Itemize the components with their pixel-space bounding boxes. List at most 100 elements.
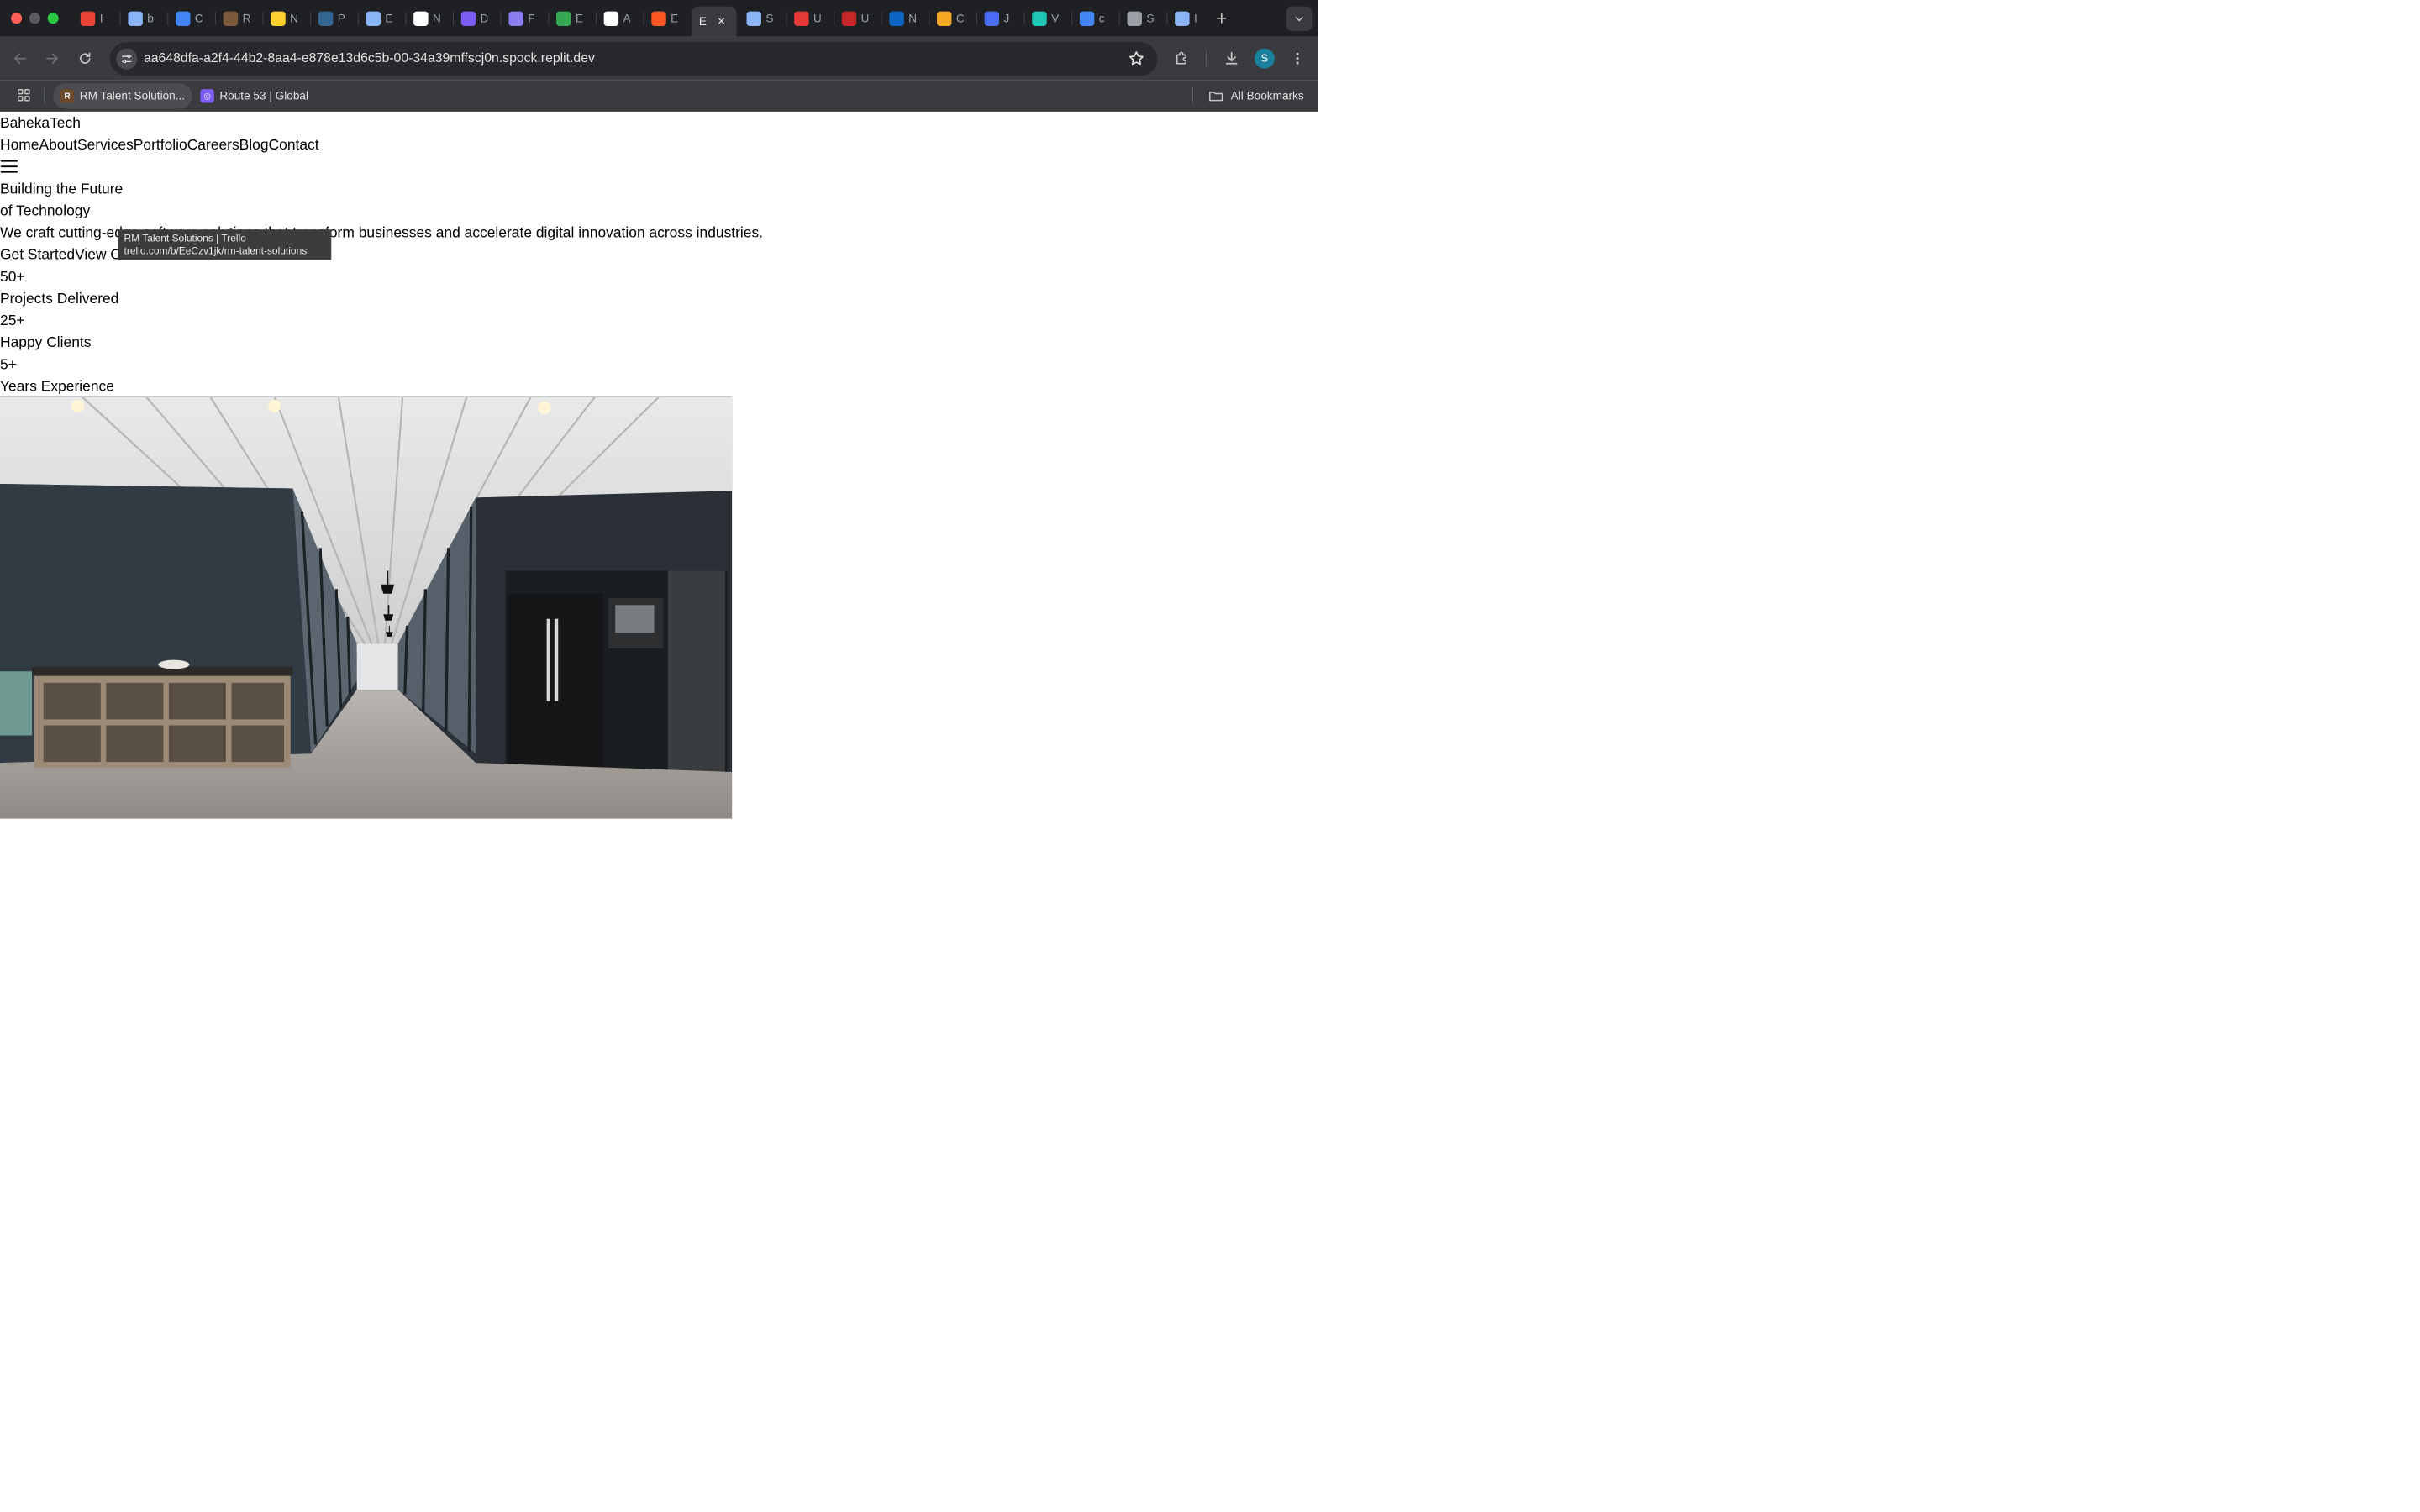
browser-tab[interactable]: N bbox=[264, 7, 312, 31]
grid-orange-icon bbox=[651, 11, 666, 27]
browser-tab[interactable]: F bbox=[502, 7, 550, 31]
bookmark-star-icon[interactable] bbox=[1128, 50, 1146, 70]
hamburger-menu-icon[interactable] bbox=[0, 155, 1318, 177]
tab-title: J bbox=[1003, 12, 1010, 25]
close-tab-icon[interactable]: × bbox=[718, 14, 726, 28]
tab-title: C bbox=[956, 12, 964, 25]
globe-icon bbox=[746, 11, 761, 27]
postgres-icon bbox=[318, 11, 334, 27]
forward-button[interactable] bbox=[41, 48, 63, 70]
chevron-down-icon bbox=[1295, 16, 1303, 22]
tab-title: R bbox=[243, 12, 250, 25]
back-button[interactable] bbox=[9, 48, 31, 70]
bookmark-label: Route 53 | Global bbox=[219, 89, 309, 102]
maximize-window-button[interactable] bbox=[47, 13, 59, 24]
browser-tab[interactable]: J bbox=[977, 7, 1025, 31]
stat-value: 5+ bbox=[0, 355, 17, 373]
nav-blog[interactable]: Blog bbox=[239, 136, 269, 153]
tooltip-url: trello.com/b/EeCzv1jk/rm-talent-solution… bbox=[124, 244, 308, 257]
hook-icon bbox=[413, 11, 429, 27]
tab-title: N bbox=[433, 12, 440, 25]
minimize-window-button[interactable] bbox=[29, 13, 40, 24]
arrow-left-icon bbox=[13, 53, 26, 64]
tab-strip: IbCRNPENDFEAEE×SUUNCJVcSI + bbox=[0, 0, 1318, 37]
extensions-icon[interactable] bbox=[1171, 47, 1194, 71]
browser-tab[interactable]: P bbox=[311, 7, 359, 31]
tab-title: b bbox=[147, 12, 154, 25]
tab-title: E bbox=[671, 12, 678, 25]
profile-avatar[interactable]: S bbox=[1254, 48, 1275, 69]
trello-board-icon: R bbox=[60, 89, 75, 103]
get-started-button[interactable]: Get Started bbox=[0, 246, 75, 263]
hero-title-line2: of Technology bbox=[0, 202, 91, 219]
route53-icon: ◎ bbox=[200, 89, 214, 103]
tab-search-button[interactable] bbox=[1286, 6, 1313, 32]
hero-title-line1: Building the Future bbox=[0, 180, 124, 197]
browser-tab[interactable]: N bbox=[406, 7, 454, 31]
address-bar[interactable]: aa648dfa-a2f4-44b2-8aa4-e878e13d6c5b-00-… bbox=[109, 42, 1158, 76]
download-icon[interactable] bbox=[1219, 47, 1243, 71]
browser-tab[interactable]: c bbox=[1072, 7, 1120, 31]
nav-contact[interactable]: Contact bbox=[269, 136, 319, 153]
tab-title: P bbox=[337, 12, 345, 25]
tab-title: I bbox=[99, 12, 103, 25]
tab-title: U bbox=[813, 12, 821, 25]
nav-home[interactable]: Home bbox=[0, 136, 39, 153]
url-text[interactable]: aa648dfa-a2f4-44b2-8aa4-e878e13d6c5b-00-… bbox=[144, 50, 595, 66]
stat-label: Happy Clients bbox=[0, 333, 92, 351]
bookmark-route53[interactable]: ◎ Route 53 | Global bbox=[193, 83, 316, 108]
reload-button[interactable] bbox=[74, 48, 96, 70]
tab-title: E bbox=[575, 12, 583, 25]
globe-icon bbox=[1175, 11, 1190, 27]
browser-tab[interactable]: N bbox=[882, 7, 930, 31]
folder-icon bbox=[1209, 92, 1223, 102]
browser-tab[interactable]: V bbox=[1025, 7, 1073, 31]
tooltip-title: RM Talent Solutions | Trello bbox=[124, 232, 246, 244]
apps-grid-icon[interactable] bbox=[16, 87, 33, 105]
tab-title: V bbox=[1051, 12, 1059, 25]
site-info-icon[interactable] bbox=[116, 48, 138, 70]
nav-careers[interactable]: Careers bbox=[187, 136, 239, 153]
openai-icon bbox=[603, 11, 619, 27]
browser-tab[interactable]: E × bbox=[692, 6, 737, 37]
browser-tab[interactable]: E bbox=[359, 7, 407, 31]
browser-tab[interactable]: U bbox=[786, 7, 834, 31]
browser-tab[interactable]: S bbox=[739, 7, 787, 31]
close-window-button[interactable] bbox=[11, 13, 23, 24]
bookmarks-divider bbox=[1192, 87, 1193, 104]
nav-portfolio[interactable]: Portfolio bbox=[134, 136, 187, 153]
browser-tab[interactable]: U bbox=[834, 7, 882, 31]
nav-services[interactable]: Services bbox=[77, 136, 134, 153]
brand-logo[interactable]: BahekaTech bbox=[0, 112, 1318, 134]
red-app-icon bbox=[794, 11, 809, 27]
tab-title: c bbox=[1098, 12, 1105, 25]
browser-tab[interactable]: I bbox=[73, 7, 121, 31]
swirl-icon bbox=[1032, 11, 1047, 27]
tab-title: A bbox=[623, 12, 631, 25]
tab-title: I bbox=[1193, 12, 1197, 25]
browser-tab[interactable]: b bbox=[121, 7, 169, 31]
globe-icon bbox=[128, 11, 143, 27]
office-hero-image bbox=[0, 396, 733, 819]
browser-tab[interactable]: S bbox=[1120, 7, 1168, 31]
all-bookmarks-button[interactable]: All Bookmarks bbox=[1207, 83, 1304, 108]
browser-tab[interactable]: I bbox=[1167, 7, 1215, 31]
browser-tab[interactable]: R bbox=[216, 7, 264, 31]
eye-icon bbox=[841, 11, 857, 27]
browser-tab[interactable]: E bbox=[644, 7, 692, 31]
browser-tab[interactable]: C bbox=[168, 7, 216, 31]
nav-about[interactable]: About bbox=[39, 136, 77, 153]
globe-icon bbox=[366, 11, 381, 27]
new-tab-button[interactable]: + bbox=[1216, 8, 1227, 29]
stat-label: Years Experience bbox=[0, 377, 114, 395]
tab-title: U bbox=[861, 12, 869, 25]
browser-tab[interactable]: D bbox=[454, 7, 502, 31]
tab-title: N bbox=[908, 12, 916, 25]
browser-tab[interactable]: E bbox=[549, 7, 597, 31]
bookmark-rm-talent[interactable]: R RM Talent Solution... bbox=[53, 83, 192, 109]
more-menu-icon[interactable] bbox=[1286, 47, 1309, 71]
browser-tab[interactable]: A bbox=[597, 7, 644, 31]
google-icon bbox=[1079, 11, 1095, 27]
grid-blue-icon bbox=[984, 11, 1000, 27]
browser-tab[interactable]: C bbox=[929, 7, 977, 31]
